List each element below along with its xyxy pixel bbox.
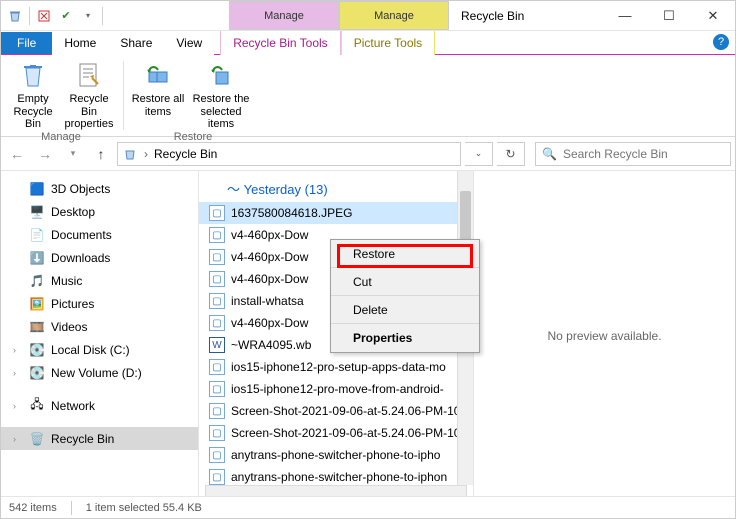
up-button[interactable]: ↑ <box>89 142 113 166</box>
sidebar-item-videos[interactable]: 🎞️Videos <box>1 315 198 338</box>
context-menu: Restore Cut Delete Properties <box>330 239 480 353</box>
qat-check-icon[interactable]: ✔ <box>58 8 74 24</box>
context-menu-properties[interactable]: Properties <box>331 324 479 352</box>
sidebar-item-downloads[interactable]: ⬇️Downloads <box>1 246 198 269</box>
list-item[interactable]: ▢ios15-iphone12-pro-move-from-android- <box>199 378 473 400</box>
list-item[interactable]: ▢ios15-iphone12-pro-setup-apps-data-mo <box>199 356 473 378</box>
maximize-button[interactable]: ☐ <box>647 1 691 30</box>
contextual-tab-recyclebin[interactable]: Manage <box>229 1 339 30</box>
properties-icon <box>73 59 105 91</box>
tab-view[interactable]: View <box>164 31 214 55</box>
sidebar-item-documents[interactable]: 📄Documents <box>1 223 198 246</box>
contextual-tab-picture[interactable]: Manage <box>339 1 449 30</box>
sidebar-item-recycle-bin[interactable]: ›🗑️Recycle Bin <box>1 427 198 450</box>
status-bar: 542 items 1 item selected 55.4 KB <box>1 496 735 518</box>
sidebar-item-desktop[interactable]: 🖥️Desktop <box>1 200 198 223</box>
context-menu-cut[interactable]: Cut <box>331 268 479 296</box>
forward-button[interactable]: → <box>33 142 57 166</box>
address-bar[interactable]: › Recycle Bin <box>117 142 461 166</box>
breadcrumb-location[interactable]: Recycle Bin <box>154 147 217 161</box>
sidebar-item-3d-objects[interactable]: 🟦3D Objects <box>1 177 198 200</box>
close-button[interactable]: ✕ <box>691 1 735 30</box>
tab-file[interactable]: File <box>1 32 52 54</box>
restore-selected-icon <box>205 59 237 91</box>
list-item[interactable]: ▢Screen-Shot-2021-09-06-at-5.24.06-PM-10 <box>199 400 473 422</box>
address-dropdown-button[interactable]: ⌄ <box>465 142 493 166</box>
qat-dropdown-icon[interactable]: ▾ <box>80 8 96 24</box>
tab-home[interactable]: Home <box>52 31 108 55</box>
restore-all-items-button[interactable]: Restore all items <box>130 57 186 131</box>
recycle-bin-icon <box>7 8 23 24</box>
empty-recycle-bin-icon <box>17 59 49 91</box>
restore-all-icon <box>142 59 174 91</box>
sidebar-item-local-disk-c[interactable]: ›💽Local Disk (C:) <box>1 338 198 361</box>
tab-share[interactable]: Share <box>108 31 164 55</box>
refresh-button[interactable]: ↻ <box>497 142 525 166</box>
list-item[interactable]: ▢Screen-Shot-2021-09-06-at-5.24.06-PM-10 <box>199 422 473 444</box>
search-box[interactable]: 🔍 <box>535 142 731 166</box>
status-selected: 1 item selected 55.4 KB <box>86 502 202 514</box>
recycle-bin-properties-button[interactable]: Recycle Bin properties <box>61 57 117 131</box>
preview-pane: No preview available. <box>474 171 735 501</box>
recent-locations-dropdown[interactable]: ▾ <box>61 142 85 166</box>
recycle-bin-breadcrumb-icon <box>122 146 138 162</box>
status-item-count: 542 items <box>9 502 57 514</box>
group-header-yesterday[interactable]: 〜 Yesterday (13) <box>199 171 473 202</box>
sidebar-item-network[interactable]: ›🖧Network <box>1 394 198 417</box>
sidebar-item-music[interactable]: 🎵Music <box>1 269 198 292</box>
restore-selected-items-button[interactable]: Restore the selected items <box>186 57 256 131</box>
context-menu-restore[interactable]: Restore <box>331 240 479 268</box>
tab-picture-tools[interactable]: Picture Tools <box>341 31 435 55</box>
sidebar-item-new-volume-d[interactable]: ›💽New Volume (D:) <box>1 361 198 384</box>
help-icon[interactable]: ? <box>713 34 729 50</box>
search-icon: 🔍 <box>542 147 557 161</box>
properties-qat-icon[interactable] <box>36 8 52 24</box>
tab-recyclebin-tools[interactable]: Recycle Bin Tools <box>220 31 341 55</box>
back-button[interactable]: ← <box>5 142 29 166</box>
list-item[interactable]: ▢1637580084618.JPEG <box>199 202 473 224</box>
context-menu-delete[interactable]: Delete <box>331 296 479 324</box>
minimize-button[interactable]: — <box>603 1 647 30</box>
sidebar-item-pictures[interactable]: 🖼️Pictures <box>1 292 198 315</box>
window-title: Recycle Bin <box>449 1 603 30</box>
list-item[interactable]: ▢anytrans-phone-switcher-phone-to-ipho <box>199 444 473 466</box>
search-input[interactable] <box>563 147 724 161</box>
empty-recycle-bin-button[interactable]: Empty Recycle Bin <box>5 57 61 131</box>
navigation-tree[interactable]: 🟦3D Objects 🖥️Desktop 📄Documents ⬇️Downl… <box>1 171 199 501</box>
